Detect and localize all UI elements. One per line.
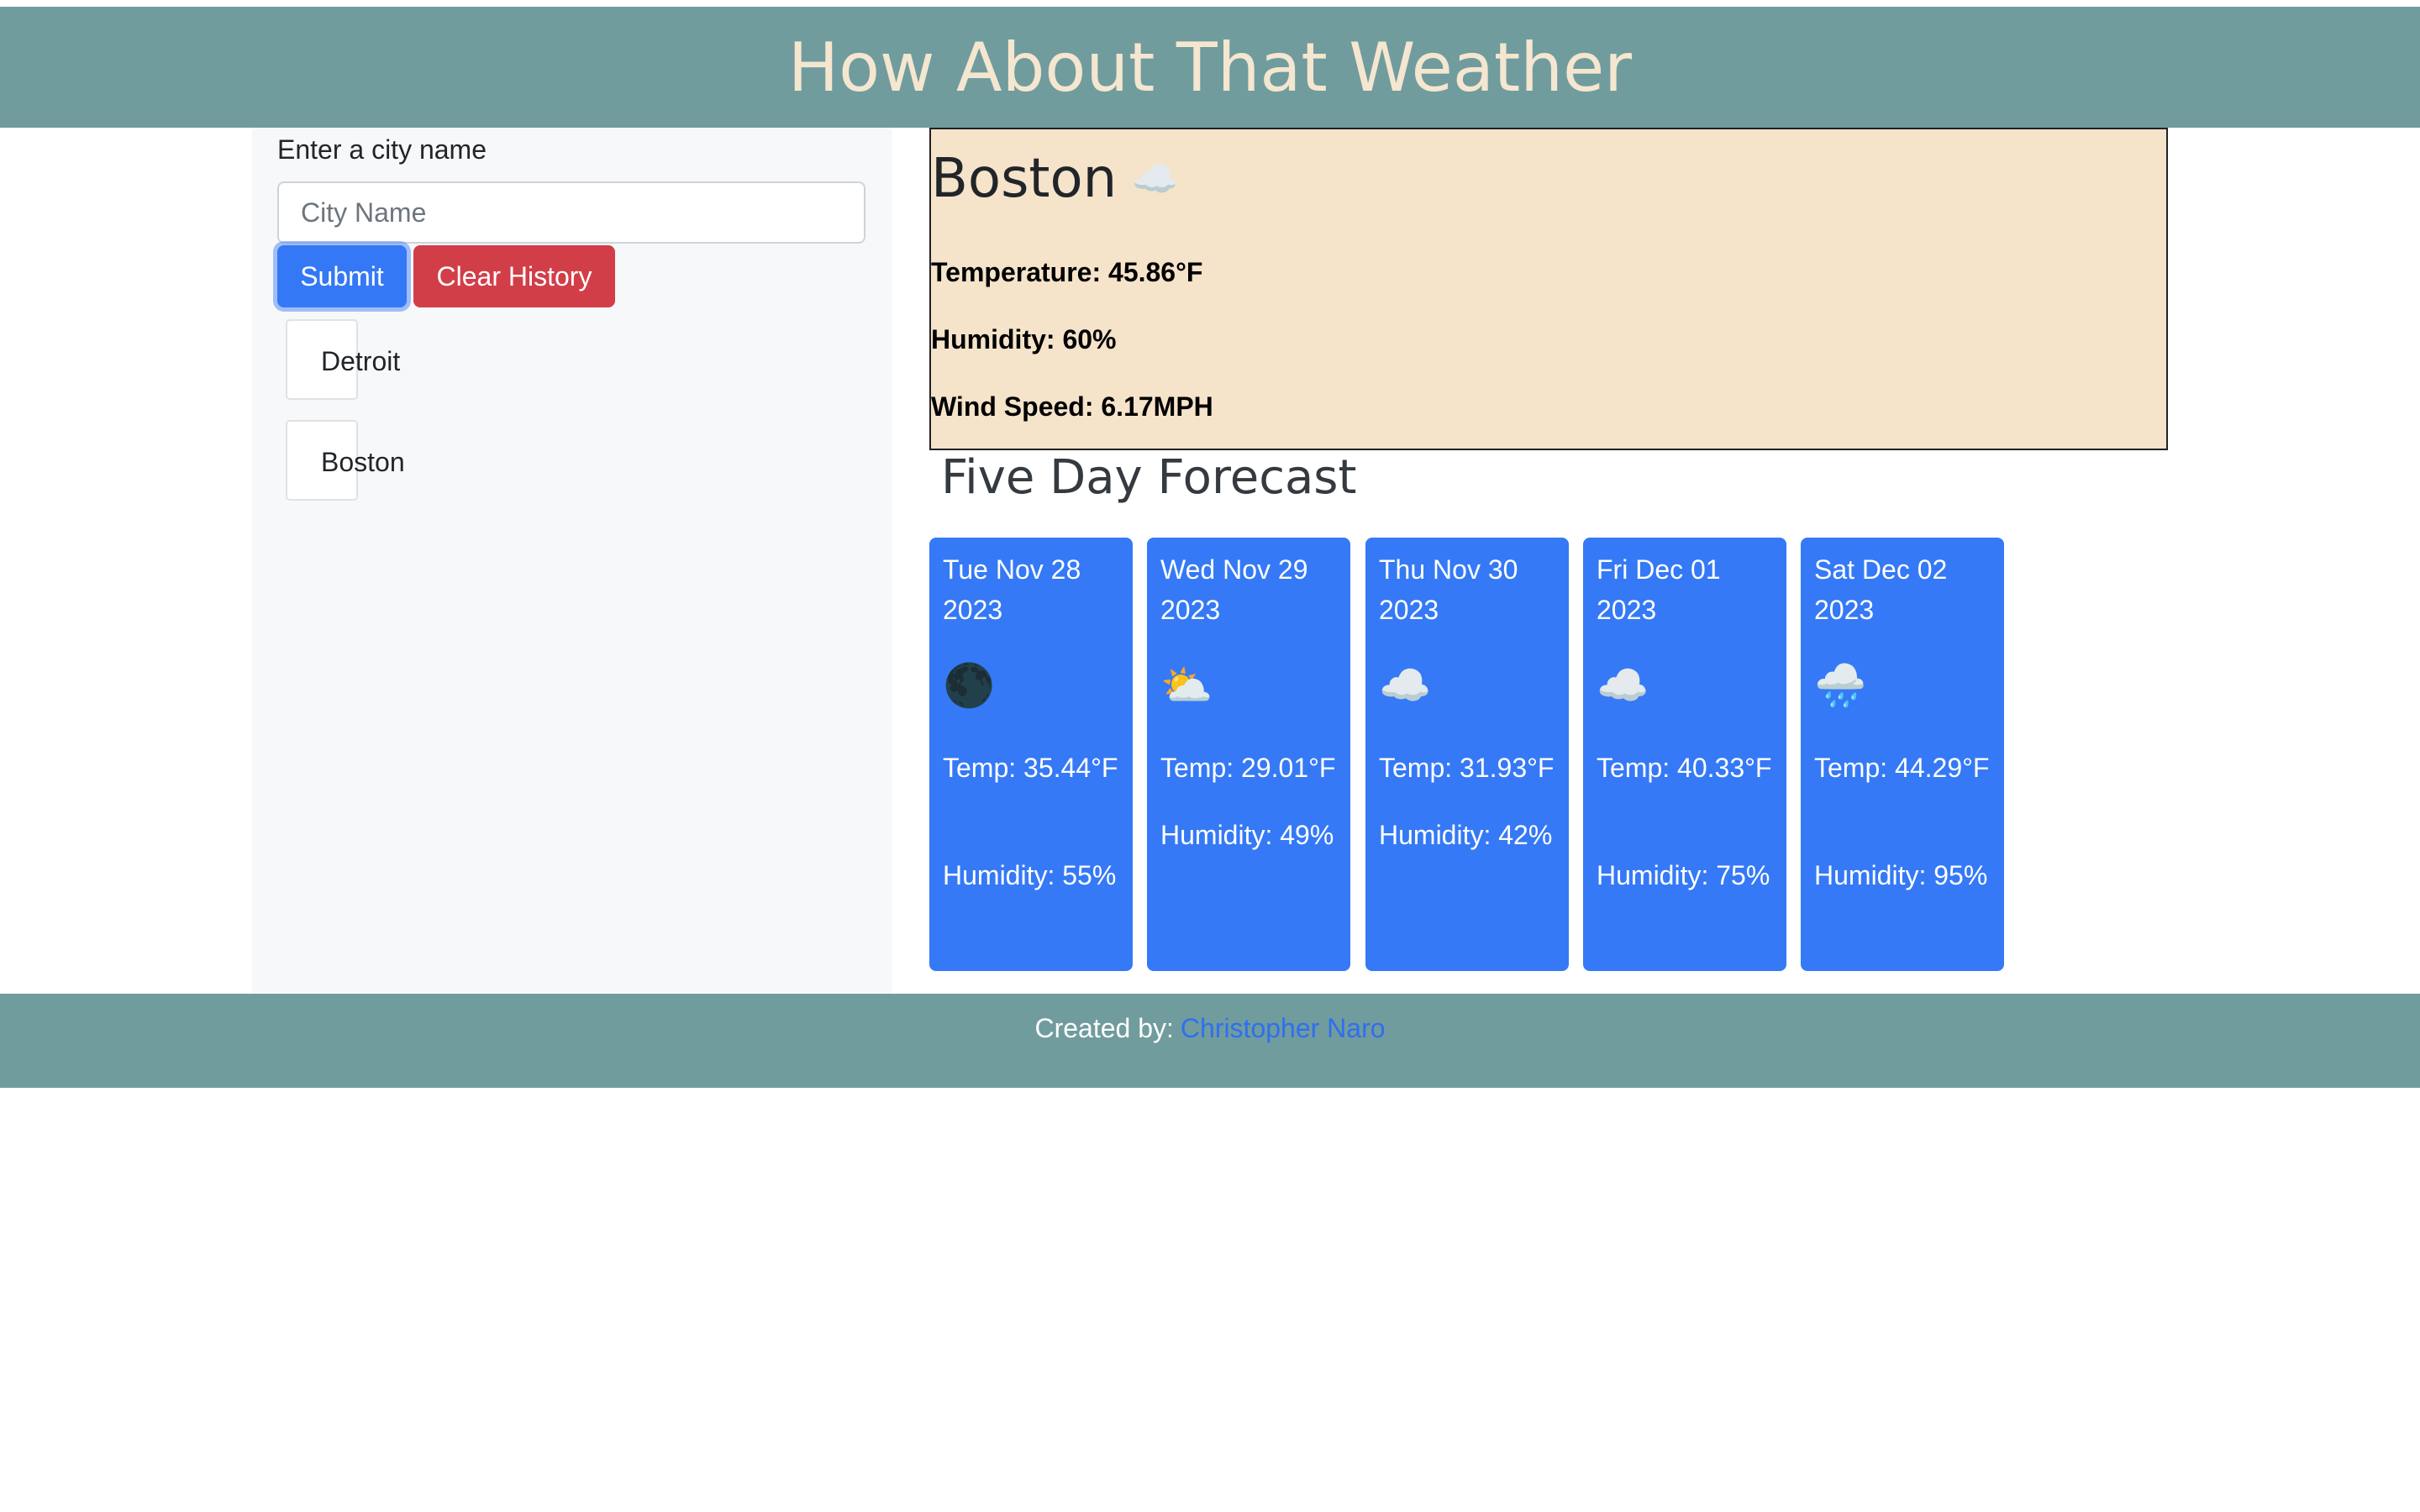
forecast-temp: Temp: 35.44°F	[943, 753, 1118, 783]
forecast-humidity: Humidity: 49%	[1160, 820, 1334, 850]
broken-clouds-icon: ☁️	[1379, 662, 1432, 709]
page-footer: Created by: Christopher Naro	[0, 994, 2420, 1088]
current-wind-speed: Wind Speed: 6.17MPH	[931, 391, 1213, 422]
clear-history-button[interactable]: Clear History	[413, 245, 615, 307]
cloud-icon: ☁️	[1132, 158, 1179, 201]
main-content: Enter a city name Submit Clear History D…	[0, 128, 2420, 994]
forecast-temp: Temp: 29.01°F	[1160, 753, 1336, 783]
search-sidebar: Enter a city name Submit Clear History D…	[252, 128, 892, 994]
history-item-label: Boston	[321, 447, 405, 477]
history-item-detroit[interactable]: Detroit	[286, 319, 400, 400]
forecast-temp: Temp: 31.93°F	[1379, 753, 1555, 783]
author-link[interactable]: Christopher Naro	[1181, 1013, 1386, 1044]
page-title: How About That Weather	[787, 28, 1633, 107]
forecast-temp: Temp: 44.29°F	[1814, 753, 1990, 783]
forecast-date: Tue Nov 28 2023	[943, 554, 1081, 625]
forecast-humidity: Humidity: 42%	[1379, 820, 1553, 850]
history-item-label: Detroit	[321, 346, 401, 376]
forecast-card: Wed Nov 29 2023 ⛅ Temp: 29.01°F Humidity…	[1147, 538, 1350, 971]
current-city-name: Boston	[931, 148, 1118, 210]
broken-clouds-icon: ☁️	[1597, 662, 1649, 709]
current-city-heading: Boston ☁️	[931, 148, 1178, 210]
forecast-humidity: Humidity: 75%	[1597, 860, 1770, 890]
forecast-title: Five Day Forecast	[941, 450, 1357, 505]
current-weather-panel: Boston ☁️ Temperature: 45.86°F Humidity:…	[929, 128, 2168, 450]
forecast-card: Tue Nov 28 2023 🌑 Temp: 35.44°F Humidity…	[929, 538, 1133, 971]
forecast-date: Wed Nov 29 2023	[1160, 554, 1308, 625]
clear-night-icon: 🌑	[943, 662, 996, 709]
forecast-date: Sat Dec 02 2023	[1814, 554, 1948, 625]
footer-prefix: Created by:	[1034, 1012, 1174, 1043]
forecast-date: Thu Nov 30 2023	[1379, 554, 1518, 625]
city-input-label: Enter a city name	[277, 134, 487, 165]
history-item-boston[interactable]: Boston	[286, 420, 405, 501]
forecast-card: Sat Dec 02 2023 🌧️ Temp: 44.29°F Humidit…	[1801, 538, 2004, 971]
forecast-date: Fri Dec 01 2023	[1597, 554, 1721, 625]
forecast-temp: Temp: 40.33°F	[1597, 753, 1772, 783]
submit-button[interactable]: Submit	[277, 245, 407, 307]
current-humidity: Humidity: 60%	[931, 324, 1117, 354]
forecast-card: Thu Nov 30 2023 ☁️ Temp: 31.93°F Humidit…	[1365, 538, 1569, 971]
forecast-humidity: Humidity: 95%	[1814, 860, 1988, 890]
forecast-card: Fri Dec 01 2023 ☁️ Temp: 40.33°F Humidit…	[1583, 538, 1786, 971]
city-name-input[interactable]	[277, 181, 865, 244]
current-temperature: Temperature: 45.86°F	[931, 257, 1203, 287]
top-strip	[0, 0, 2420, 7]
forecast-humidity: Humidity: 55%	[943, 860, 1117, 890]
rain-icon: 🌧️	[1814, 662, 1867, 709]
partly-cloudy-icon: ⛅	[1160, 662, 1213, 709]
app-header: How About That Weather	[0, 7, 2420, 128]
